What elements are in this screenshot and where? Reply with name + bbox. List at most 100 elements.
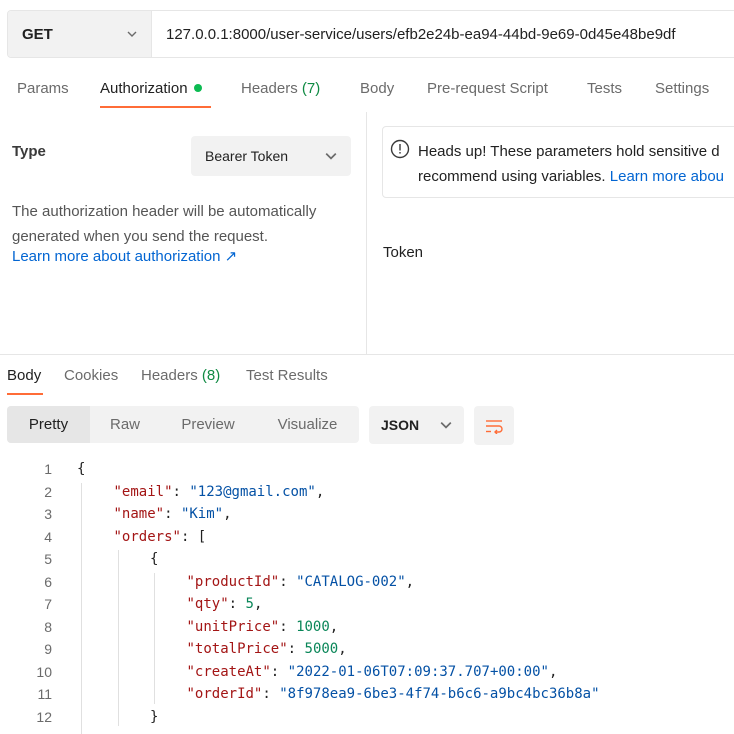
raw-button[interactable]: Raw [90, 406, 160, 443]
json-key: "totalPrice" [186, 641, 288, 657]
json-punctuation: , [315, 483, 325, 500]
line-number: 10 [36, 663, 52, 680]
code-line: 3 "name": "Kim", [0, 503, 734, 526]
alert-text: Heads up! These parameters hold sensitiv… [418, 139, 724, 189]
tab-headers[interactable]: Headers (7) [241, 80, 320, 97]
json-punctuation: : [287, 641, 305, 657]
line-number: 3 [44, 506, 52, 522]
json-punctuation: : [279, 573, 297, 590]
method-label: GET [22, 25, 53, 43]
json-key: "unitPrice" [186, 618, 280, 635]
json-number: 5 [245, 596, 254, 612]
json-number: 1000 [296, 618, 330, 635]
json-punctuation: : [164, 506, 181, 522]
tab-body[interactable]: Body [360, 80, 394, 97]
response-tab-body[interactable]: Body [7, 367, 41, 384]
tab-pre-request-script[interactable]: Pre-request Script [427, 80, 548, 97]
code-text: "name": "Kim", [114, 503, 232, 526]
json-punctuation: , [253, 596, 263, 612]
view-mode-segmented: Pretty Raw Preview Visualize [7, 406, 359, 443]
json-punctuation: , [338, 641, 347, 657]
info-icon [390, 139, 410, 159]
panel-divider [366, 112, 367, 354]
alert-learn-more-link[interactable]: Learn more abou [610, 168, 724, 185]
json-punctuation: : [270, 663, 288, 680]
tab-params[interactable]: Params [17, 80, 69, 97]
line-number: 11 [37, 686, 52, 702]
code-line: 6 "productId": "CATALOG-002", [0, 571, 734, 594]
auth-type-value: Bearer Token [205, 148, 289, 164]
auth-description-line1: The authorization header will be automat… [12, 203, 317, 220]
code-line: 8 "unitPrice": 1000, [0, 616, 734, 639]
json-key: "productId" [186, 573, 280, 590]
code-text: "orders": [ [114, 526, 207, 549]
chevron-down-icon [325, 153, 337, 160]
learn-more-authorization-link[interactable]: Learn more about authorization ↗ [12, 247, 237, 265]
line-number: 5 [44, 551, 52, 567]
visualize-button[interactable]: Visualize [256, 406, 359, 443]
code-text: } [150, 706, 158, 729]
sensitive-data-alert: Heads up! These parameters hold sensitiv… [382, 126, 734, 198]
section-divider [0, 354, 734, 355]
alert-line2: recommend using variables. Learn more ab… [418, 164, 724, 189]
json-number: 5000 [304, 641, 339, 657]
json-punctuation: , [405, 573, 415, 590]
code-line: 12} [0, 706, 734, 729]
code-line: 11 "orderId": "8f978ea9-6be3-4f74-b6c6-a9… [0, 683, 734, 706]
chevron-down-icon [440, 422, 452, 429]
wrap-lines-button[interactable] [474, 406, 514, 445]
preview-button[interactable]: Preview [160, 406, 256, 443]
auth-description: The authorization header will be automat… [12, 199, 352, 249]
line-number: 1 [44, 461, 52, 477]
pretty-button[interactable]: Pretty [7, 406, 90, 443]
line-number: 9 [44, 641, 52, 657]
line-number: 8 [44, 618, 52, 635]
json-key: "name" [113, 506, 165, 522]
tab-headers-label: Headers [241, 80, 298, 97]
json-punctuation: , [329, 618, 339, 635]
format-value: JSON [381, 417, 420, 433]
code-text: "totalPrice": 5000, [187, 638, 347, 661]
json-key: "orders" [113, 528, 181, 545]
line-number: 12 [36, 708, 52, 725]
json-key: "email" [113, 483, 173, 500]
json-key: "createAt" [186, 663, 271, 680]
code-text: { [77, 458, 85, 481]
format-select[interactable]: JSON [369, 406, 464, 444]
line-number: 6 [44, 573, 52, 590]
response-tab-headers-label: Headers [141, 367, 198, 384]
response-tab-headers[interactable]: Headers (8) [141, 367, 220, 384]
code-text: "orderId": "8f978ea9-6be3-4f74-b6c6-a9bc… [187, 683, 600, 706]
method-select[interactable]: GET [8, 11, 152, 57]
token-label: Token [383, 244, 424, 261]
response-headers-count: (8) [201, 367, 221, 384]
json-punctuation: : [ [180, 528, 207, 545]
code-line: 5{ [0, 548, 734, 571]
code-line: 4 "orders": [ [0, 526, 734, 549]
json-string: "2022-01-06T07:09:37.707+00:00" [287, 663, 549, 680]
line-number: 2 [44, 483, 52, 500]
tab-settings[interactable]: Settings [655, 80, 709, 97]
json-string: "CATALOG-002" [296, 573, 406, 590]
json-punctuation: } [150, 708, 159, 725]
code-line: 1{ [0, 458, 734, 481]
active-indicator-icon [193, 84, 202, 93]
code-text: "createAt": "2022-01-06T07:09:37.707+00:… [187, 661, 558, 684]
code-line: 2 "email": "123@gmail.com", [0, 481, 734, 504]
url-bar: GET 127.0.0.1:8000/user-service/users/ef… [7, 10, 734, 58]
tab-authorization[interactable]: Authorization [100, 80, 202, 97]
json-string: "123@gmail.com" [189, 483, 316, 500]
json-key: "orderId" [186, 686, 263, 702]
auth-type-select[interactable]: Bearer Token [191, 136, 351, 176]
json-punctuation: { [77, 461, 86, 477]
tab-tests[interactable]: Tests [587, 80, 622, 97]
alert-line1: Heads up! These parameters hold sensitiv… [418, 143, 720, 160]
auth-description-line2: generated when you send the request. [12, 228, 269, 245]
url-input[interactable]: 127.0.0.1:8000/user-service/users/efb2e2… [152, 11, 734, 57]
code-line: 9 "totalPrice": 5000, [0, 638, 734, 661]
response-tab-cookies[interactable]: Cookies [64, 367, 118, 384]
json-string: "Kim" [180, 506, 224, 522]
response-tab-test-results[interactable]: Test Results [246, 367, 328, 384]
code-text: { [150, 548, 158, 571]
tab-authorization-label: Authorization [100, 80, 188, 97]
